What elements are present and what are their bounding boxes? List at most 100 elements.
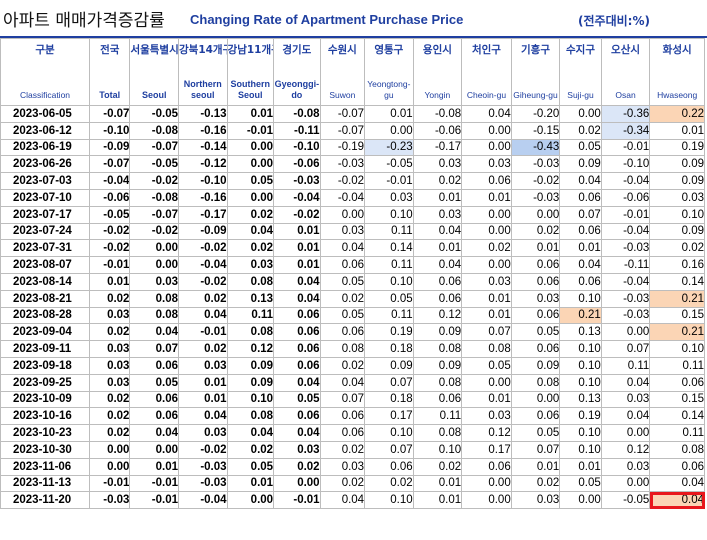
rate-cell: -0.01 bbox=[364, 172, 414, 190]
rate-cell: -0.14 bbox=[178, 138, 228, 157]
rate-cell: 0.02 bbox=[273, 457, 321, 476]
rate-cell: 0.01 bbox=[412, 474, 463, 493]
rate-cell: 0.11 bbox=[364, 306, 414, 325]
rate-cell: 0.06 bbox=[273, 407, 321, 426]
column-header-8: 용인시 Yongin bbox=[412, 38, 463, 106]
rate-cell: 0.22 bbox=[649, 105, 705, 123]
rate-cell: 0.01 bbox=[178, 390, 228, 409]
rate-cell: 0.09 bbox=[649, 155, 705, 174]
rate-cell: 0.05 bbox=[559, 474, 602, 493]
column-header-3: 강북14개구 Northern seoul bbox=[178, 38, 228, 106]
rate-cell: 0.00 bbox=[461, 373, 512, 392]
rate-cell: 0.06 bbox=[129, 356, 179, 375]
rate-cell: 0.10 bbox=[364, 205, 414, 224]
rate-cell: 0.02 bbox=[510, 474, 561, 493]
rate-cell: 0.07 bbox=[129, 340, 179, 358]
rate-cell: -0.04 bbox=[178, 256, 228, 274]
rate-cell: 0.03 bbox=[178, 424, 228, 442]
rate-cell: 0.11 bbox=[649, 424, 705, 442]
rate-cell: 0.00 bbox=[129, 239, 179, 258]
rate-cell: 0.18 bbox=[364, 340, 414, 358]
rate-cell: -0.06 bbox=[273, 155, 321, 174]
rate-cell: 0.01 bbox=[461, 289, 512, 308]
rate-cell: 0.09 bbox=[412, 356, 463, 375]
rate-cell: 0.06 bbox=[510, 256, 561, 274]
table-row: 2023-10-09 0.02 0.06 0.01 0.10 0.05 0.07 0.18 0.… bbox=[0, 390, 705, 409]
column-header-korean: 전국 bbox=[100, 44, 120, 56]
rate-cell: 0.02 bbox=[559, 121, 602, 140]
rate-cell: 0.09 bbox=[226, 356, 275, 375]
date-cell: 2023-09-11 bbox=[0, 340, 90, 358]
rate-cell: -0.04 bbox=[88, 172, 131, 190]
rate-cell: 0.06 bbox=[319, 407, 366, 426]
title-bar: 아파트 매매가격증감률 Changing Rate of Apartment P… bbox=[0, 0, 707, 38]
rate-cell: 0.06 bbox=[559, 272, 602, 291]
rate-cell: 0.06 bbox=[412, 390, 463, 409]
rate-cell: 0.06 bbox=[412, 272, 463, 291]
column-header-0: 구분 Classification bbox=[0, 38, 90, 106]
column-header-7: 영통구 Yeongtong-gu bbox=[364, 38, 414, 106]
rate-cell: -0.17 bbox=[412, 138, 463, 157]
rate-cell: 0.03 bbox=[319, 457, 366, 476]
column-header-korean: 처인구 bbox=[471, 44, 501, 56]
rate-cell: 0.09 bbox=[226, 373, 275, 392]
rate-cell: 0.17 bbox=[364, 407, 414, 426]
rate-cell: -0.23 bbox=[364, 138, 414, 157]
rate-cell: -0.04 bbox=[600, 272, 651, 291]
rate-cell: -0.03 bbox=[600, 239, 651, 258]
rate-cell: 0.04 bbox=[600, 407, 651, 426]
rate-cell: -0.06 bbox=[412, 121, 463, 140]
rate-cell: -0.04 bbox=[600, 222, 651, 241]
rate-cell: 0.06 bbox=[364, 457, 414, 476]
rate-cell: 0.03 bbox=[412, 205, 463, 224]
column-header-9: 처인구 Cheoin-gu bbox=[461, 38, 512, 106]
table-row: 2023-06-26 -0.07 -0.05 -0.12 0.00 -0.06 -0.03-… bbox=[0, 155, 705, 174]
table-row: 2023-07-10 -0.06 -0.08 -0.16 0.00 -0.04 -0.04 0… bbox=[0, 188, 705, 207]
rate-cell: 0.17 bbox=[461, 440, 512, 459]
rate-cell: 0.08 bbox=[412, 424, 463, 442]
rate-cell: 0.04 bbox=[319, 373, 366, 392]
rate-cell: 0.01 bbox=[649, 121, 705, 140]
column-header-4: 강남11개구 Southern Seoul bbox=[226, 38, 275, 106]
column-header-10: 기흥구 Giheung-gu bbox=[510, 38, 561, 106]
rate-cell: -0.01 bbox=[600, 138, 651, 157]
rate-cell: -0.01 bbox=[273, 491, 321, 510]
date-cell: 2023-10-23 bbox=[0, 424, 90, 442]
rate-cell: 0.09 bbox=[649, 172, 705, 190]
rate-cell: 0.10 bbox=[649, 205, 705, 224]
rate-cell: -0.04 bbox=[600, 172, 651, 190]
rate-cell: 0.04 bbox=[129, 323, 179, 342]
date-cell: 2023-07-24 bbox=[0, 222, 90, 241]
rate-cell: 0.03 bbox=[88, 340, 131, 358]
rate-cell: 0.00 bbox=[600, 474, 651, 493]
rate-cell: 0.02 bbox=[226, 440, 275, 459]
rate-cell: -0.03 bbox=[88, 491, 131, 510]
rate-cell: 0.02 bbox=[88, 424, 131, 442]
rate-cell: 0.04 bbox=[178, 306, 228, 325]
rate-cell: -0.15 bbox=[510, 121, 561, 140]
rate-cell: 0.09 bbox=[559, 155, 602, 174]
rate-cell: -0.10 bbox=[178, 172, 228, 190]
rate-cell: 0.05 bbox=[273, 390, 321, 409]
table-row: 2023-11-06 0.00 0.01 -0.03 0.05 0.02 0.03 0.06 0… bbox=[0, 457, 705, 476]
rate-cell: 0.07 bbox=[364, 440, 414, 459]
rate-cell: 0.05 bbox=[559, 138, 602, 157]
column-header-korean: 수지구 bbox=[566, 44, 595, 56]
rate-cell: 0.02 bbox=[88, 407, 131, 426]
rate-cell: 0.06 bbox=[273, 323, 321, 342]
column-header-korean: 화성시 bbox=[662, 44, 692, 56]
column-header-korean: 구분 bbox=[35, 44, 55, 56]
rate-cell: 0.03 bbox=[88, 373, 131, 392]
rate-cell: -0.04 bbox=[178, 491, 228, 510]
rate-cell: 0.00 bbox=[461, 205, 512, 224]
rate-cell: 0.06 bbox=[319, 323, 366, 342]
table-row: 2023-07-24 -0.02 -0.02 -0.09 0.04 0.01 0.03 0.1… bbox=[0, 222, 705, 241]
rate-cell: 0.12 bbox=[412, 306, 463, 325]
rate-cell: 0.15 bbox=[649, 390, 705, 409]
table-row: 2023-10-30 0.00 0.00 -0.02 0.02 0.03 0.02 0.07 0… bbox=[0, 440, 705, 459]
rate-cell: -0.02 bbox=[319, 172, 366, 190]
rate-cell: 0.06 bbox=[510, 272, 561, 291]
rate-cell: 0.16 bbox=[649, 256, 705, 274]
rate-cell: 0.04 bbox=[273, 373, 321, 392]
rate-cell: 0.19 bbox=[559, 407, 602, 426]
